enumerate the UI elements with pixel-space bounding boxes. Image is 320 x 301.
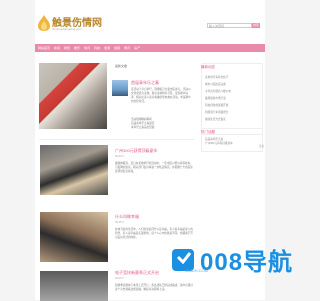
sidebar-item[interactable]: 某地举行青年文化节 [205, 75, 228, 79]
sidebar-item[interactable]: 广州300元获得顶级豪车 [205, 141, 233, 145]
article-title[interactable]: 广州300元获得顶级豪车 [115, 148, 158, 154]
nav-item[interactable]: 娱乐 [74, 46, 80, 50]
feature-photo[interactable] [39, 63, 107, 129]
sidebar-item[interactable]: 新能源汽车销量增长 [205, 110, 228, 114]
article-meta: 06-05 0 [115, 221, 124, 224]
article-photo[interactable] [40, 145, 108, 195]
article-title[interactable]: 电子竞技新赛季正式开启 [115, 270, 159, 276]
sidebar-heading: 最新动态 [201, 65, 215, 69]
nav-item[interactable]: 网站首页 [38, 46, 50, 50]
section-tag: 最新文章 [115, 64, 128, 68]
site-subtitle: chujingshangqing.com [52, 27, 82, 31]
feature-text: 该活动于今日举行，现场吸引大量市民参与。活动以文化交流为主题，展示多种特色节目，… [131, 88, 191, 103]
nav-item[interactable]: 健康 [114, 46, 120, 50]
article-summary: 新赛季比赛将于本月正式开打，各支战队已经完成备战，观众可通过多个平台观看比赛直播… [115, 284, 193, 291]
nav-item[interactable]: 教育 [124, 46, 130, 50]
main-nav: 网站首页 新闻 财经 娱乐 体育 科技 旅游 健康 教育 房产 [35, 44, 265, 52]
nav-item[interactable]: 房产 [134, 46, 140, 50]
sidebar-item[interactable]: 暑期旅游市场升温 [205, 96, 226, 100]
search-button[interactable]: 搜索 [252, 23, 260, 28]
nav-item[interactable]: 科技 [94, 46, 100, 50]
article-summary: 在快节奏的生活中，人们常常追问什么是幸福。有人说幸福是家人的陪伴，有人说幸福是实… [115, 228, 193, 239]
nav-item[interactable]: 体育 [84, 46, 90, 50]
feature-thumb[interactable] [112, 80, 128, 96]
watermark-subtext: 008DH.COM [185, 268, 208, 273]
article-meta: 06-05 0 [115, 155, 124, 158]
watermark-text: 008导航 [200, 249, 294, 276]
logo-flame-icon [38, 15, 50, 31]
sidebar-item[interactable]: 科技创新成果展开幕 [205, 103, 228, 107]
sidebar-item[interactable]: 健康生活方式倡议 [205, 117, 226, 121]
article-photo[interactable] [40, 271, 108, 301]
nav-item[interactable]: 财经 [64, 46, 70, 50]
divider [39, 139, 194, 140]
article-title[interactable]: 什么叫做幸福 [115, 214, 139, 220]
more-link[interactable]: 更多 [259, 144, 264, 148]
article-summary: 据媒体报道，近日在某地举行的活动中，一名市民以低价获得豪车，引发网友热议。相关部… [115, 162, 193, 173]
feature-link[interactable]: 青年乐之春演出回顾 [131, 126, 154, 130]
sidebar-item[interactable]: 城市公园改造完成 [205, 82, 226, 86]
nav-item[interactable]: 旅游 [104, 46, 110, 50]
sidebar-heading: 热门话题 [201, 130, 215, 134]
article-meta: 06-05 0 [115, 277, 124, 280]
sidebar-item[interactable]: 今年高考报名人数公布 [205, 89, 231, 93]
nav-item[interactable]: 新闻 [54, 46, 60, 50]
article-photo[interactable] [40, 212, 108, 262]
search-input[interactable]: 输入关键词 [207, 23, 252, 28]
feature-title[interactable]: 首届青年乐之春 [131, 80, 159, 86]
